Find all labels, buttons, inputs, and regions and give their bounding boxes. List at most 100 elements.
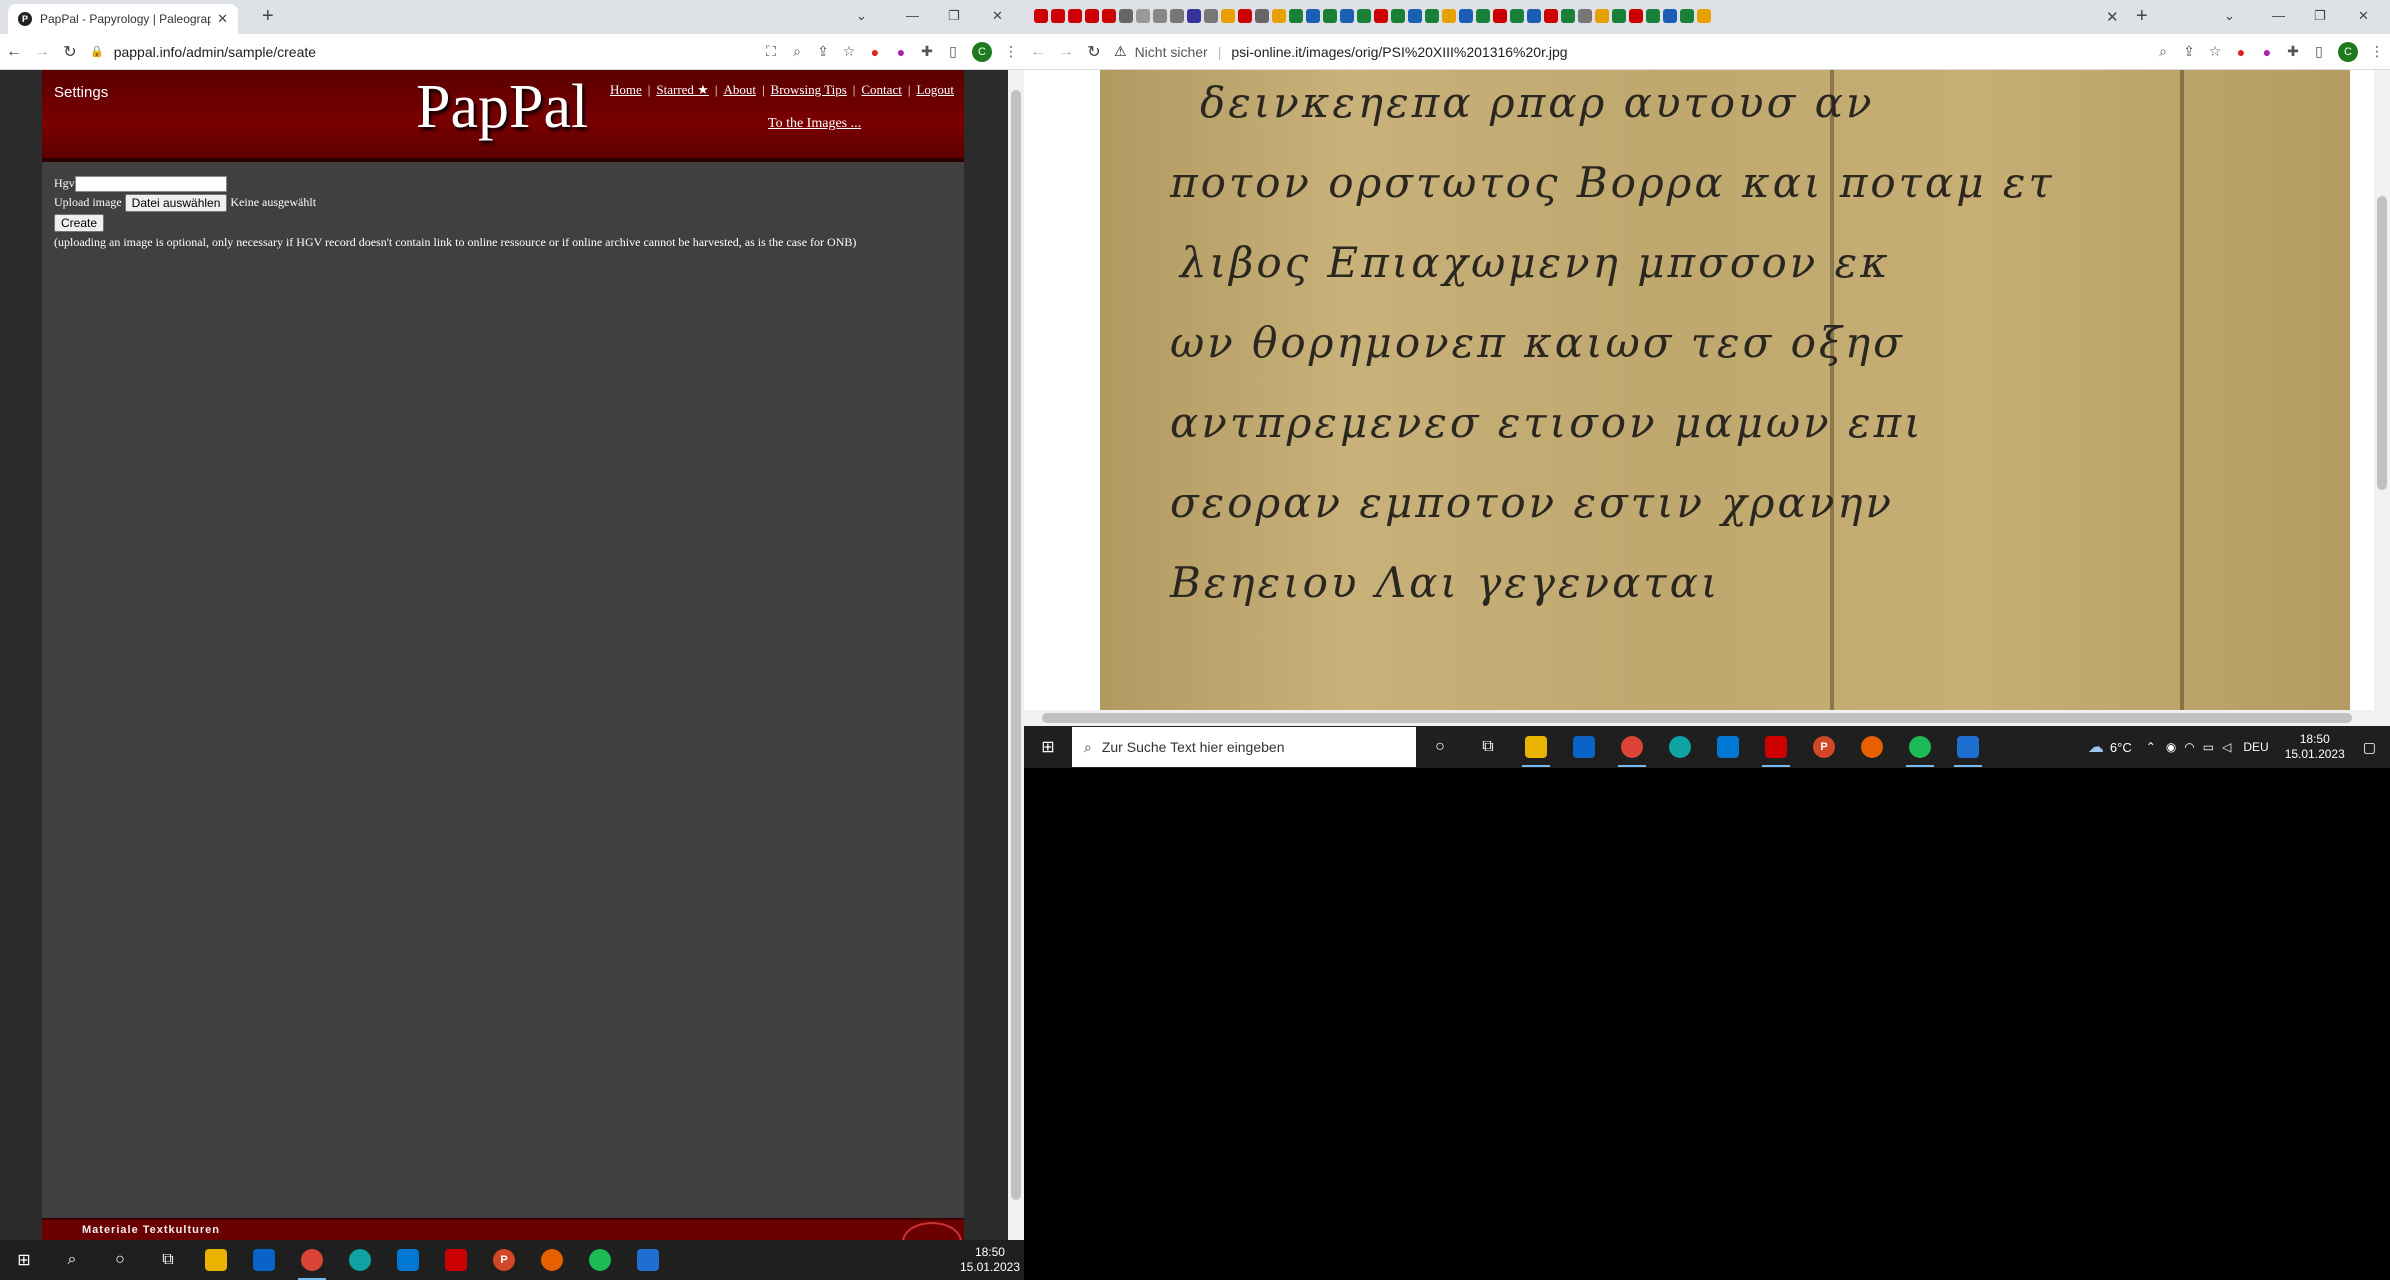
- firefox-icon[interactable]: [1848, 727, 1896, 767]
- tab-favicon-icon[interactable]: [1272, 9, 1286, 23]
- tab-favicon-icon[interactable]: [1510, 9, 1524, 23]
- left-vertical-scrollbar[interactable]: [1008, 70, 1024, 1240]
- forward-icon[interactable]: →: [28, 43, 56, 61]
- tab-favicon-icon[interactable]: [1646, 9, 1660, 23]
- bookmark-star-icon[interactable]: ☆: [2202, 42, 2228, 62]
- back-icon[interactable]: ←: [0, 43, 28, 61]
- nav-logout[interactable]: Logout: [916, 82, 954, 97]
- minimize-icon[interactable]: —: [906, 8, 919, 23]
- tab-favicon-icon[interactable]: [1051, 9, 1065, 23]
- address-bar[interactable]: ⚠ Nicht sicher | psi-online.it/images/or…: [1108, 39, 2150, 65]
- menu-kebab-icon[interactable]: ⋮: [998, 42, 1024, 62]
- chrome-icon[interactable]: [1608, 727, 1656, 767]
- tab-favicon-icon[interactable]: [1629, 9, 1643, 23]
- profile-avatar[interactable]: C: [972, 41, 992, 62]
- start-windows-icon[interactable]: ⊞: [1024, 727, 1072, 767]
- tab-favicon-icon[interactable]: [1068, 9, 1082, 23]
- close-window-icon[interactable]: ✕: [992, 8, 1003, 24]
- powerpoint-icon[interactable]: P: [1800, 727, 1848, 767]
- hgv-input[interactable]: [74, 176, 227, 193]
- right-horizontal-scrollbar[interactable]: [1024, 710, 2390, 726]
- tab-favicon-icon[interactable]: [1255, 9, 1269, 23]
- nav-contact[interactable]: Contact: [861, 82, 901, 97]
- nav-home[interactable]: Home: [610, 82, 642, 97]
- tab-favicon-icon[interactable]: [1221, 9, 1235, 23]
- restore-icon[interactable]: ❐: [948, 8, 960, 24]
- photos-icon[interactable]: [624, 1240, 672, 1280]
- file-explorer-icon[interactable]: [192, 1240, 240, 1280]
- tab-favicon-icon[interactable]: [1340, 9, 1354, 23]
- tab-favicon-icon[interactable]: [1459, 9, 1473, 23]
- tab-favicon-icon[interactable]: [1612, 9, 1626, 23]
- tab-favicon-icon[interactable]: [1119, 9, 1133, 23]
- sidepanel-icon[interactable]: ▯: [2306, 42, 2332, 62]
- task-view-icon[interactable]: ⧉: [1464, 727, 1512, 767]
- pinned-tabs-row[interactable]: [1034, 9, 1711, 23]
- acrobat-icon[interactable]: [1752, 727, 1800, 767]
- scroll-thumb[interactable]: [1011, 90, 1021, 1200]
- chrome-icon[interactable]: [288, 1240, 336, 1280]
- spotify-icon[interactable]: [576, 1240, 624, 1280]
- new-tab-icon[interactable]: +: [262, 5, 274, 28]
- to-images-link[interactable]: To the Images ...: [768, 116, 861, 132]
- nav-browsing-tips[interactable]: Browsing Tips: [771, 82, 847, 97]
- share-icon[interactable]: ⇪: [810, 42, 836, 62]
- tray-chevron-icon[interactable]: ⌃: [2146, 740, 2156, 754]
- site-logo[interactable]: PapPal: [416, 72, 588, 143]
- right-vertical-scrollbar[interactable]: [2374, 70, 2390, 710]
- tab-favicon-icon[interactable]: [1170, 9, 1184, 23]
- tab-favicon-icon[interactable]: [1153, 9, 1167, 23]
- tab-favicon-icon[interactable]: [1136, 9, 1150, 23]
- firefox-icon[interactable]: [528, 1240, 576, 1280]
- tab-favicon-icon[interactable]: [1476, 9, 1490, 23]
- share-icon[interactable]: ⇪: [2176, 42, 2202, 62]
- zoom-icon[interactable]: ⌕: [784, 42, 810, 62]
- tab-favicon-icon[interactable]: [1238, 9, 1252, 23]
- tab-favicon-icon[interactable]: [1391, 9, 1405, 23]
- sidepanel-icon[interactable]: ▯: [940, 42, 966, 62]
- extensions-puzzle-icon[interactable]: ✚: [2280, 42, 2306, 62]
- battery-icon[interactable]: ▭: [2203, 740, 2214, 754]
- acrobat-icon[interactable]: [432, 1240, 480, 1280]
- extension-purple-icon[interactable]: ●: [888, 42, 914, 62]
- start-windows-icon[interactable]: ⊞: [0, 1240, 48, 1280]
- extension-purple-icon[interactable]: ●: [2254, 42, 2280, 62]
- tab-favicon-icon[interactable]: [1102, 9, 1116, 23]
- network-icon[interactable]: ◉: [2166, 740, 2176, 754]
- store-icon[interactable]: [1560, 727, 1608, 767]
- papyrus-image[interactable]: δεινκεηεπα ρπαρ αυτουσ αν ποτον ορστωτος…: [1100, 70, 2350, 710]
- tab-favicon-icon[interactable]: [1561, 9, 1575, 23]
- spotify-icon[interactable]: [1896, 727, 1944, 767]
- store-icon[interactable]: [240, 1240, 288, 1280]
- tab-favicon-icon[interactable]: [1204, 9, 1218, 23]
- tab-favicon-icon[interactable]: [1663, 9, 1677, 23]
- file-explorer-icon[interactable]: [1512, 727, 1560, 767]
- address-bar[interactable]: 🔒 pappal.info/admin/sample/create: [84, 39, 758, 65]
- tab-favicon-icon[interactable]: [1680, 9, 1694, 23]
- nav-about[interactable]: About: [723, 82, 756, 97]
- task-view-icon[interactable]: ⧉: [144, 1240, 192, 1280]
- weather-cloud-icon[interactable]: ☁: [2088, 737, 2104, 757]
- translate-icon[interactable]: ⛶: [758, 42, 784, 62]
- close-window-icon[interactable]: ✕: [2358, 8, 2369, 24]
- nav-starred[interactable]: Starred ★: [656, 82, 708, 97]
- wifi-icon[interactable]: ◠: [2184, 740, 2194, 754]
- edge-icon[interactable]: [336, 1240, 384, 1280]
- extensions-puzzle-icon[interactable]: ✚: [914, 42, 940, 62]
- tab-favicon-icon[interactable]: [1425, 9, 1439, 23]
- search-icon[interactable]: ⌕: [48, 1240, 96, 1280]
- tab-favicon-icon[interactable]: [1442, 9, 1456, 23]
- tab-favicon-icon[interactable]: [1578, 9, 1592, 23]
- zoom-icon[interactable]: ⌕: [2150, 42, 2176, 62]
- edge-icon[interactable]: [1656, 727, 1704, 767]
- scroll-thumb[interactable]: [1042, 713, 2352, 723]
- tab-close-icon[interactable]: ✕: [217, 11, 228, 27]
- tab-favicon-icon[interactable]: [1374, 9, 1388, 23]
- reload-icon[interactable]: ↻: [1080, 42, 1108, 62]
- cortana-icon[interactable]: ○: [96, 1240, 144, 1280]
- tab-favicon-icon[interactable]: [1595, 9, 1609, 23]
- extension-red-icon[interactable]: ●: [862, 42, 888, 62]
- profile-avatar[interactable]: C: [2338, 41, 2358, 62]
- tab-favicon-icon[interactable]: [1493, 9, 1507, 23]
- tab-favicon-icon[interactable]: [1408, 9, 1422, 23]
